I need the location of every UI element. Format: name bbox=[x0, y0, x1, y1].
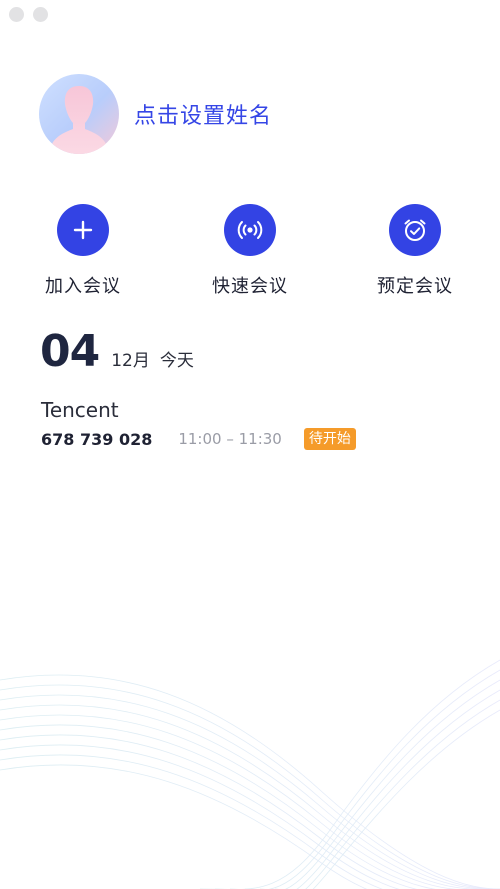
broadcast-icon bbox=[237, 221, 263, 239]
plus-icon bbox=[73, 220, 93, 240]
meeting-id: 678 739 028 bbox=[41, 429, 153, 449]
window-controls bbox=[9, 7, 48, 22]
minimize-window-button[interactable] bbox=[33, 7, 48, 22]
schedule-meeting-icon-circle bbox=[389, 204, 441, 256]
app-window: 点击设置姓名 加入会议 快速会议 预定会议 04 12月 今天 Tencent … bbox=[0, 0, 500, 889]
profile-header: 点击设置姓名 bbox=[39, 74, 272, 154]
schedule-meeting-button[interactable]: 预定会议 bbox=[365, 204, 465, 298]
meeting-time: 11:00 – 11:30 bbox=[178, 430, 282, 448]
month-label: 12月 bbox=[111, 351, 150, 371]
avatar[interactable] bbox=[39, 74, 119, 154]
today-label: 今天 bbox=[159, 351, 194, 371]
meeting-title: Tencent bbox=[41, 398, 119, 422]
alarm-clock-check-icon bbox=[404, 219, 426, 241]
close-window-button[interactable] bbox=[9, 7, 24, 22]
background-waves bbox=[0, 659, 500, 889]
status-badge: 待开始 bbox=[303, 428, 356, 450]
quick-meeting-icon-circle bbox=[224, 204, 276, 256]
join-meeting-icon-circle bbox=[57, 204, 109, 256]
join-meeting-button[interactable]: 加入会议 bbox=[33, 204, 133, 298]
set-name-link[interactable]: 点击设置姓名 bbox=[134, 98, 272, 130]
join-meeting-label: 加入会议 bbox=[45, 276, 121, 297]
day-number: 04 bbox=[40, 326, 100, 377]
date-header: 04 12月 今天 bbox=[40, 330, 194, 374]
person-silhouette-icon bbox=[52, 86, 106, 154]
quick-meeting-label: 快速会议 bbox=[212, 276, 288, 297]
quick-meeting-button[interactable]: 快速会议 bbox=[200, 204, 300, 298]
meeting-meta: 678 739 028 11:00 – 11:30 待开始 bbox=[41, 428, 461, 450]
schedule-meeting-label: 预定会议 bbox=[377, 276, 453, 297]
meeting-item[interactable]: Tencent 678 739 028 11:00 – 11:30 待开始 bbox=[41, 396, 461, 450]
